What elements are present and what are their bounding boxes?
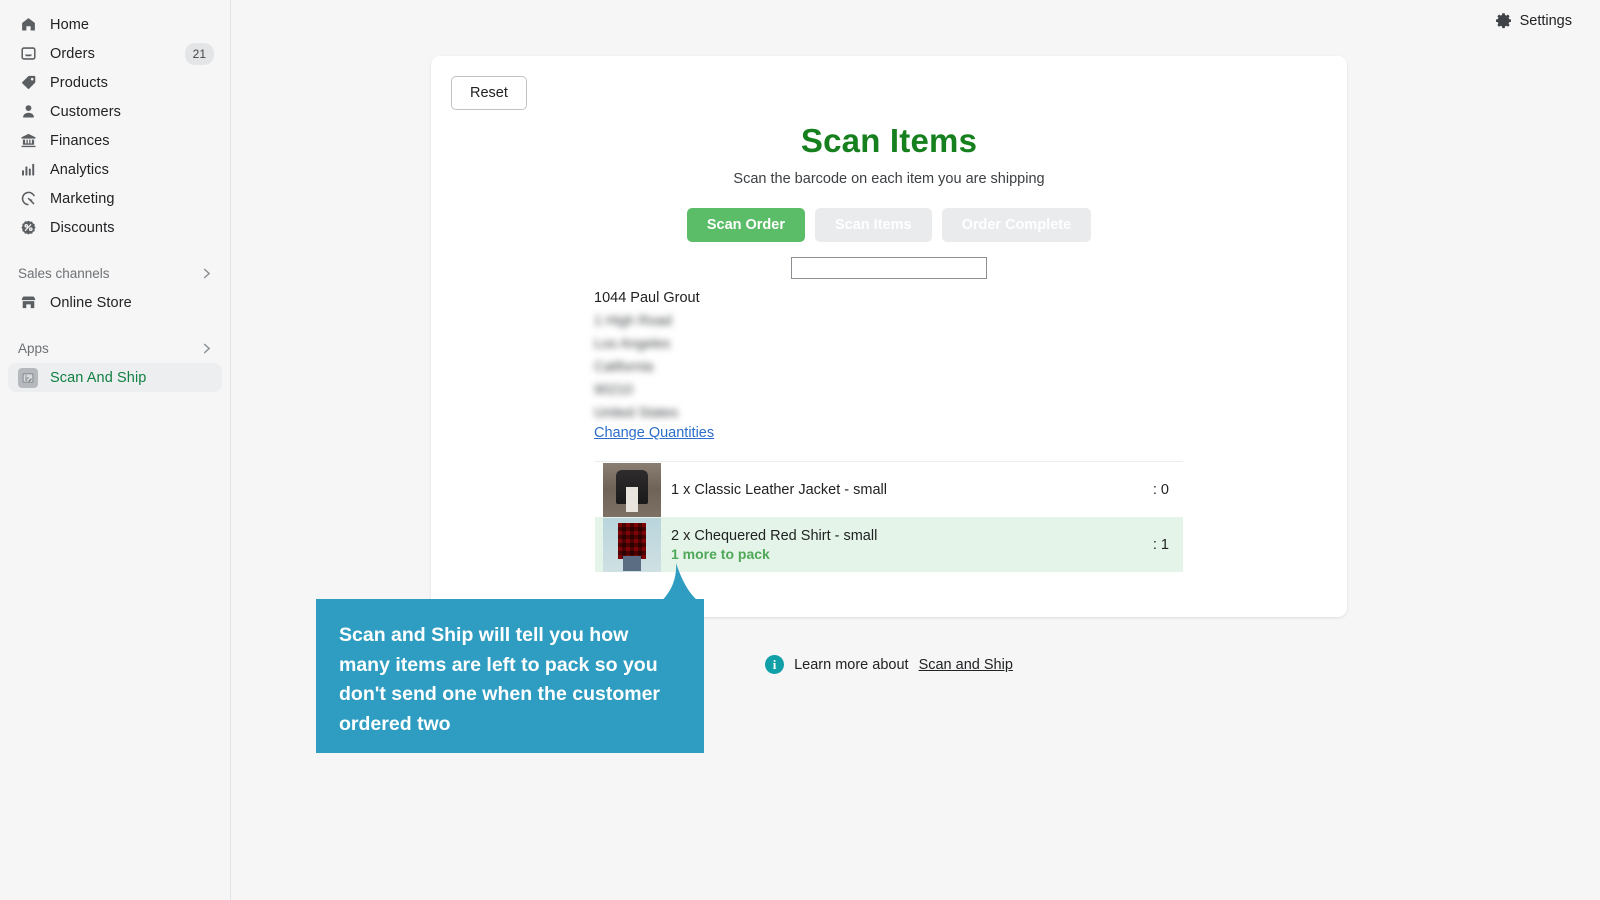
scan-item-count: : 0 <box>1152 481 1169 498</box>
address-line: Los Angeles <box>594 335 671 351</box>
callout-tooltip: Scan and Ship will tell you how many ite… <box>316 599 704 753</box>
step-scan-items[interactable]: Scan Items <box>815 208 932 242</box>
info-circle-icon: i <box>765 655 785 674</box>
sidebar-section-sales-channels[interactable]: Sales channels <box>8 260 222 286</box>
scan-item-row[interactable]: 1 x Classic Leather Jacket - small : 0 <box>595 462 1183 517</box>
sidebar-item-label: Products <box>50 74 109 91</box>
sidebar-item-label: Finances <box>50 132 110 149</box>
scan-and-ship-link[interactable]: Scan and Ship <box>919 657 1013 673</box>
address-line: California <box>594 358 654 374</box>
step-scan-order[interactable]: Scan Order <box>686 208 805 242</box>
sidebar: Home Orders 21 Products Customers Financ… <box>0 0 231 900</box>
scan-items-card: Reset Scan Items Scan the barcode on eac… <box>431 56 1347 617</box>
callout-pointer-icon <box>658 563 710 604</box>
sidebar-item-discounts[interactable]: Discounts <box>8 213 222 242</box>
sidebar-item-online-store[interactable]: Online Store <box>8 288 222 317</box>
page-subtitle: Scan the barcode on each item you are sh… <box>733 171 1045 187</box>
sidebar-section-apps[interactable]: Apps <box>8 335 222 361</box>
sidebar-item-finances[interactable]: Finances <box>8 126 222 155</box>
orders-count-badge: 21 <box>184 42 214 65</box>
sidebar-item-label: Online Store <box>50 294 132 311</box>
sidebar-item-customers[interactable]: Customers <box>8 97 222 126</box>
reset-button[interactable]: Reset <box>451 76 527 110</box>
bar-chart-icon <box>18 160 38 180</box>
barcode-scan-input[interactable] <box>791 257 987 279</box>
page-title: Scan Items <box>800 122 978 159</box>
discount-percent-icon <box>18 218 38 238</box>
storefront-icon <box>18 293 38 313</box>
step-order-complete[interactable]: Order Complete <box>941 208 1092 242</box>
scan-item-text: 2 x Chequered Red Shirt - small 1 more t… <box>671 528 877 562</box>
order-summary: 1044 Paul Grout <box>594 290 700 306</box>
sidebar-item-label: Customers <box>50 103 121 120</box>
settings-label: Settings <box>1519 12 1572 29</box>
sidebar-item-home[interactable]: Home <box>8 10 222 39</box>
sidebar-item-label: Discounts <box>50 219 115 236</box>
person-icon <box>18 102 38 122</box>
address-line: 90210 <box>594 381 633 397</box>
sidebar-item-marketing[interactable]: Marketing <box>8 184 222 213</box>
sidebar-item-analytics[interactable]: Analytics <box>8 155 222 184</box>
sidebar-item-label: Orders <box>50 45 95 62</box>
address-line: 1 High Road <box>594 312 672 328</box>
sidebar-item-products[interactable]: Products <box>8 68 222 97</box>
chequered-red-shirt-thumbnail <box>603 517 661 572</box>
chevron-right-icon <box>199 266 214 281</box>
sidebar-item-orders[interactable]: Orders 21 <box>8 39 222 68</box>
tag-icon <box>18 73 38 93</box>
scan-item-title: 2 x Chequered Red Shirt - small <box>671 527 878 544</box>
scan-item-count: : 1 <box>1152 536 1169 553</box>
sidebar-item-label: Analytics <box>50 161 109 178</box>
sidebar-item-scan-and-ship[interactable]: Scan And Ship <box>8 363 222 392</box>
app-root: Home Orders 21 Products Customers Financ… <box>0 0 1600 900</box>
scan-item-text: 1 x Classic Leather Jacket - small <box>671 482 887 498</box>
inbox-icon <box>18 44 38 64</box>
callout-text: Scan and Ship will tell you how many ite… <box>339 624 660 735</box>
shipping-address: 1 High Road Los Angeles California 90210… <box>594 312 678 420</box>
app-scan-icon <box>18 367 38 388</box>
classic-leather-jacket-thumbnail <box>603 462 661 517</box>
sidebar-item-label: Marketing <box>50 190 115 207</box>
learn-more-text: Learn more about <box>794 656 909 673</box>
change-quantities-link[interactable]: Change Quantities <box>594 425 714 441</box>
address-line: United States <box>594 404 679 420</box>
home-icon <box>18 15 38 35</box>
gear-icon <box>1495 12 1512 29</box>
step-buttons: Scan Order Scan Items Order Complete <box>431 208 1347 242</box>
top-bar: Settings <box>231 0 1600 46</box>
chevron-right-icon <box>199 341 214 356</box>
settings-button[interactable]: Settings <box>1495 12 1572 29</box>
scan-item-title: 1 x Classic Leather Jacket - small <box>671 481 887 498</box>
marketing-target-icon <box>18 189 38 209</box>
scan-item-note: 1 more to pack <box>671 545 770 562</box>
sidebar-item-label: Scan And Ship <box>50 369 147 386</box>
scan-item-list: 1 x Classic Leather Jacket - small : 0 2… <box>595 461 1183 572</box>
section-header-label: Apps <box>18 340 49 356</box>
sidebar-item-label: Home <box>50 16 90 33</box>
bank-icon <box>18 131 38 151</box>
section-header-label: Sales channels <box>18 265 110 281</box>
